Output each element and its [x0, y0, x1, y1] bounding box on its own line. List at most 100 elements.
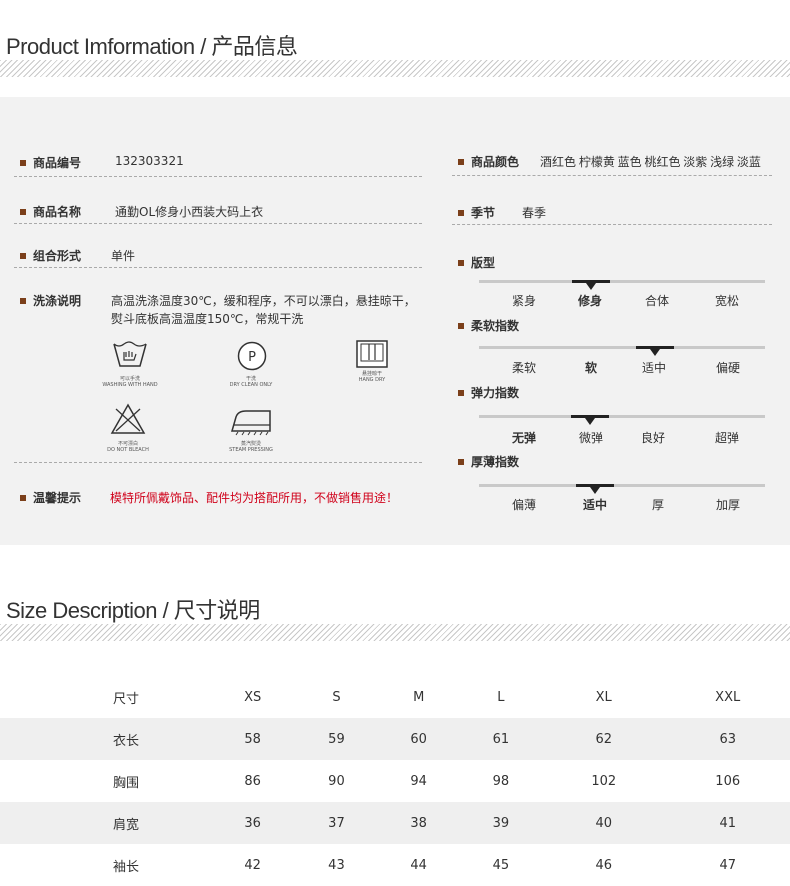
elasticity-option: 良好 [640, 431, 665, 445]
softness-option-selected: 适中 [641, 361, 666, 375]
table-cell: 42 [244, 857, 261, 873]
combo-label: 组合形式 [20, 247, 81, 264]
table-cell: 46 [595, 857, 612, 873]
header-cell: L [497, 689, 505, 705]
wash-line-2: 熨斗底板高温温度150℃，常规干洗 [111, 312, 304, 326]
table-cell: 86 [244, 773, 261, 789]
table-cell: 62 [595, 731, 612, 747]
bullet-icon [458, 209, 464, 216]
bullet-icon [458, 389, 464, 396]
code-value: 132303321 [115, 154, 184, 168]
table-cell: 39 [492, 815, 510, 831]
header-cell: XL [595, 689, 612, 705]
bullet-icon [20, 252, 26, 259]
table-cell: 61 [492, 731, 510, 747]
bullet-icon [20, 208, 26, 215]
bullet-icon [458, 259, 464, 266]
thickness-option: 偏薄 [511, 498, 536, 512]
thickness-option: 加厚 [715, 498, 740, 512]
thickness-scale [479, 484, 765, 487]
elasticity-option: 超弹 [714, 431, 739, 445]
name-value: 通勤OL修身小西装大码上衣 [115, 205, 264, 219]
row-label: 袖长 [113, 859, 140, 875]
divider [14, 176, 422, 177]
softness-option: 偏硬 [715, 361, 740, 375]
fit-scale [479, 280, 765, 283]
hang-dry-caption: 悬挂晾干 HANG DRY [358, 371, 386, 383]
softness-label: 柔软指数 [458, 317, 519, 334]
bullet-icon [458, 322, 464, 329]
fit-indicator [572, 280, 610, 290]
elasticity-option: 无弹 [511, 431, 536, 445]
table-cell: 59 [328, 731, 345, 747]
thickness-option: 厚 [651, 498, 664, 512]
colors-label: 商品颜色 [458, 153, 519, 170]
hang-dry-icon [356, 340, 388, 372]
table-cell: 106 [715, 773, 741, 789]
fit-option: 紧身 [511, 294, 536, 308]
header-cell: XS [244, 689, 262, 705]
name-label: 商品名称 [20, 203, 81, 220]
thickness-label: 厚薄指数 [458, 453, 519, 470]
fit-option: 合体 [644, 294, 669, 308]
bullet-icon [20, 494, 26, 501]
product-info-panel: 商品编号 132303321 商品名称 通勤OL修身小西装大码上衣 组合形式 单… [0, 97, 790, 545]
season-value: 春季 [522, 206, 547, 220]
bullet-icon [458, 158, 464, 165]
table-cell: 36 [244, 815, 261, 831]
table-cell: 37 [328, 815, 345, 831]
row-label: 胸围 [113, 775, 140, 791]
fit-option-selected: 修身 [577, 294, 602, 308]
code-label: 商品编号 [20, 154, 81, 171]
thickness-indicator [576, 484, 614, 494]
divider [14, 223, 422, 224]
tip-label: 温馨提示 [20, 489, 81, 506]
hand-wash-icon [112, 340, 148, 374]
elasticity-option-selected: 微弹 [578, 431, 603, 445]
table-cell: 102 [591, 773, 617, 789]
row-label: 肩宽 [113, 817, 140, 833]
table-cell: 38 [410, 815, 427, 831]
table-cell: 58 [244, 731, 261, 747]
bullet-icon [20, 159, 26, 166]
dry-clean-caption: 干洗 DRY CLEAN ONLY [229, 376, 273, 388]
table-row: 衣长 58 59 60 61 62 63 [0, 718, 790, 760]
elasticity-scale [479, 415, 765, 418]
row-label: 衣长 [113, 733, 140, 749]
header-cell: S [332, 689, 341, 705]
table-cell: 60 [410, 731, 427, 747]
header-cell: XXL [715, 689, 741, 705]
fit-option: 宽松 [714, 294, 739, 308]
product-info-title: Product Imformation / 产品信息 [6, 34, 298, 59]
table-row: 胸围 86 90 94 98 102 106 [0, 760, 790, 802]
elasticity-indicator [571, 415, 609, 425]
header-cell: 尺寸 [113, 691, 140, 707]
divider [452, 224, 772, 225]
size-table: 尺寸 XS S M L XL XXL 衣长 58 59 60 61 62 63 … [0, 676, 790, 886]
table-cell: 41 [719, 815, 736, 831]
bullet-icon [20, 297, 26, 304]
softness-scale [479, 346, 765, 349]
elasticity-label: 弹力指数 [458, 384, 519, 401]
table-cell: 98 [492, 773, 510, 789]
hand-wash-caption: 可以手洗 WASHING WITH HAND [102, 376, 158, 388]
softness-option: 柔软 [511, 361, 536, 375]
combo-value: 单件 [111, 249, 136, 263]
season-label: 季节 [458, 204, 495, 221]
table-cell: 94 [410, 773, 427, 789]
title-divider [0, 60, 790, 77]
wash-label: 洗涤说明 [20, 292, 81, 309]
divider [452, 175, 772, 176]
table-cell: 40 [595, 815, 612, 831]
steam-iron-caption: 蒸汽熨烫 STEAM PRESSING [229, 441, 273, 453]
steam-iron-icon [230, 407, 272, 441]
table-row: 肩宽 36 37 38 39 40 41 [0, 802, 790, 844]
bullet-icon [458, 458, 464, 465]
table-cell: 63 [719, 731, 736, 747]
table-cell: 45 [492, 857, 510, 873]
divider [14, 462, 422, 463]
tip-value: 模特所佩戴饰品、配件均为搭配所用，不做销售用途！ [110, 491, 399, 505]
header-cell: M [413, 689, 425, 705]
softness-option: 软 [584, 361, 597, 375]
fit-label: 版型 [458, 254, 495, 271]
